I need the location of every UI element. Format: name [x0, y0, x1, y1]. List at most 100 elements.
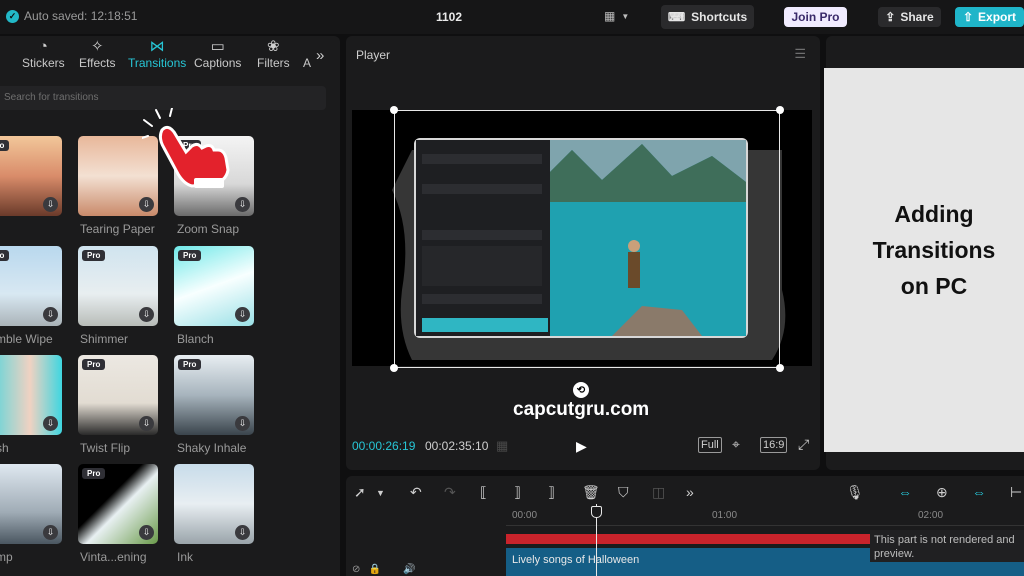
- selection-frame[interactable]: [394, 110, 780, 368]
- keyboard-icon: ⌨: [667, 10, 686, 24]
- grid-icon[interactable]: ▦: [496, 438, 508, 454]
- resize-handle[interactable]: [390, 364, 398, 372]
- layout-button[interactable]: ▦ ▼: [604, 9, 629, 23]
- tab-label: Effects: [79, 56, 116, 70]
- delete-icon[interactable]: 🗑: [582, 484, 600, 501]
- tab-effects[interactable]: ✧ Effects: [79, 38, 115, 70]
- top-bar: ✓ Auto saved: 12:18:51 1102 ▦ ▼ ⌨ Shortc…: [0, 0, 1024, 34]
- split-icon[interactable]: ⟦: [480, 484, 487, 501]
- overlay-line: Transitions: [872, 237, 996, 263]
- transition-label: mble Wipe: [0, 332, 53, 346]
- resize-handle[interactable]: [776, 364, 784, 372]
- join-pro-button[interactable]: Join Pro: [784, 7, 847, 27]
- download-icon[interactable]: ⇩: [235, 525, 250, 540]
- transition-card[interactable]: ⇩: [174, 464, 254, 544]
- microphone-icon[interactable]: 🎙: [846, 484, 864, 501]
- ruler-label: 00:00: [512, 510, 538, 521]
- transitions-icon: ⋈: [149, 38, 165, 55]
- chevron-double-right-icon[interactable]: »: [316, 47, 324, 64]
- download-icon[interactable]: ⇩: [139, 416, 154, 431]
- render-tooltip: This part is not rendered and preview.: [870, 530, 1024, 562]
- split-left-icon[interactable]: ⟧: [514, 484, 521, 501]
- chevron-down-icon[interactable]: ▼: [376, 488, 385, 498]
- rotate-icon[interactable]: ⟲: [573, 382, 589, 398]
- transition-label: Zoom Snap: [177, 222, 240, 236]
- tab-partial[interactable]: A: [303, 56, 311, 70]
- shortcuts-button[interactable]: ⌨ Shortcuts: [661, 5, 754, 29]
- project-title[interactable]: 1102: [436, 10, 462, 24]
- menu-icon[interactable]: ☰: [794, 46, 806, 62]
- transition-card[interactable]: Pro ⇩: [0, 246, 62, 326]
- details-panel: Adding Transitions on PC: [824, 36, 1024, 470]
- export-button[interactable]: ⇧ Export: [955, 7, 1024, 27]
- download-icon[interactable]: ⇩: [43, 416, 58, 431]
- autosave-status: ✓ Auto saved: 12:18:51: [6, 9, 137, 23]
- pointing-hand-icon: [142, 108, 230, 188]
- transition-card[interactable]: Pro ⇩: [78, 355, 158, 435]
- share-button[interactable]: ⇪ Share: [878, 7, 941, 27]
- sticker-icon: ◔: [38, 38, 48, 55]
- play-icon[interactable]: ▶: [576, 438, 587, 455]
- overlay-card: Adding Transitions on PC: [824, 68, 1024, 452]
- download-icon[interactable]: ⇩: [235, 307, 250, 322]
- fullscreen-icon[interactable]: ⤢: [798, 436, 809, 453]
- download-icon[interactable]: ⇩: [139, 525, 154, 540]
- autosave-text: Auto saved: 12:18:51: [24, 9, 138, 23]
- tab-label: Transitions: [128, 56, 187, 70]
- snap-icon[interactable]: ⊕: [936, 484, 948, 501]
- tab-stickers[interactable]: ◔ Stickers: [22, 38, 65, 70]
- transition-card[interactable]: Pro ⇩: [78, 246, 158, 326]
- undo-icon[interactable]: ↶: [410, 484, 422, 501]
- aspect-ratio-button[interactable]: 16:9: [760, 437, 788, 453]
- search-input[interactable]: Search for transitions: [0, 86, 326, 110]
- resize-handle[interactable]: [390, 106, 398, 114]
- select-tool-icon[interactable]: ➚: [354, 484, 366, 501]
- captions-icon: ▭: [210, 38, 225, 55]
- filters-icon: ❀: [267, 38, 280, 55]
- resize-handle[interactable]: [776, 106, 784, 114]
- zoom-icon[interactable]: ⊢: [1010, 484, 1022, 501]
- pro-badge: Pro: [178, 250, 202, 261]
- playhead-handle[interactable]: [591, 506, 602, 518]
- download-icon[interactable]: ⇩: [139, 197, 154, 212]
- redo-icon[interactable]: ↷: [444, 484, 456, 501]
- mark-icon[interactable]: ⛉: [618, 484, 629, 501]
- download-icon[interactable]: ⇩: [235, 416, 250, 431]
- download-icon[interactable]: ⇩: [43, 307, 58, 322]
- freeze-icon[interactable]: ◫: [652, 484, 665, 501]
- download-icon[interactable]: ⇩: [43, 525, 58, 540]
- effects-icon: ✧: [90, 38, 104, 55]
- transition-card[interactable]: Pro ⇩: [174, 246, 254, 326]
- full-button[interactable]: Full: [698, 437, 722, 453]
- chevron-down-icon: ▼: [621, 11, 630, 21]
- download-icon[interactable]: ⇩: [43, 197, 58, 212]
- split-right-icon[interactable]: ⟧: [548, 484, 555, 501]
- player-panel: Player ☰ ⟲ capcutgru.com 00:00:26:19 00:…: [346, 36, 820, 470]
- crop-icon[interactable]: ⌖: [732, 436, 740, 453]
- download-icon[interactable]: ⇩: [139, 307, 154, 322]
- capcut-window: ✓ Auto saved: 12:18:51 1102 ▦ ▼ ⌨ Shortc…: [0, 0, 1024, 576]
- transition-card[interactable]: ⇩: [0, 464, 62, 544]
- video-preview[interactable]: [352, 106, 812, 372]
- time-ruler[interactable]: 00:00 01:00 02:00: [506, 506, 1024, 526]
- tab-label: A: [303, 56, 312, 70]
- link-icon[interactable]: ⇔: [898, 484, 912, 500]
- transition-label: Ink: [177, 550, 194, 564]
- download-icon[interactable]: ⇩: [235, 197, 250, 212]
- pro-badge: Pro: [0, 250, 10, 261]
- pro-badge: Pro: [82, 468, 106, 479]
- track-controls[interactable]: ⊘ 🔒 🔊: [352, 564, 416, 575]
- timeline-panel: ➚ ▼ ↶ ↷ ⟦ ⟧ ⟧ 🗑 ⛉ ◫ » 🎙 ⇔ ⊕ ⇔ ⊢ 00:00 01…: [346, 476, 1024, 576]
- current-time: 00:00:26:19: [352, 439, 416, 453]
- transition-card[interactable]: Pro ⇩: [174, 355, 254, 435]
- tab-filters[interactable]: ❀ Filters: [257, 38, 290, 70]
- tab-transitions[interactable]: ⋈ Transitions: [128, 38, 186, 70]
- transition-label: Tearing Paper: [80, 222, 155, 236]
- player-title: Player: [356, 48, 391, 62]
- transition-card[interactable]: ⇩: [0, 355, 62, 435]
- transition-card[interactable]: Pro ⇩: [78, 464, 158, 544]
- tab-captions[interactable]: ▭ Captions: [194, 38, 241, 70]
- more-tools-icon[interactable]: »: [686, 484, 694, 500]
- transition-card[interactable]: Pro ⇩: [0, 136, 62, 216]
- preview-axis-icon[interactable]: ⇔: [972, 484, 986, 500]
